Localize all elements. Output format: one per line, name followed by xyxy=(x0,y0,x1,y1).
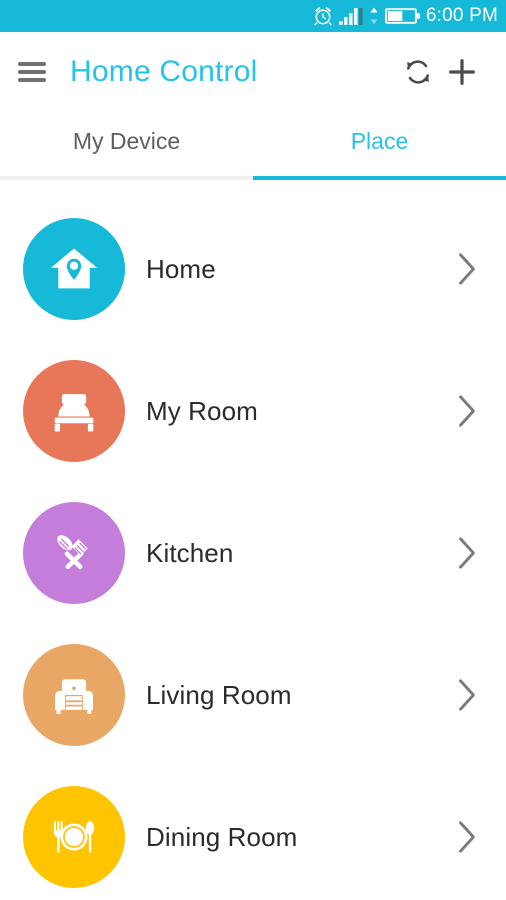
alarm-icon xyxy=(312,5,334,27)
status-bar: 6:00 PM xyxy=(0,0,506,32)
place-avatar xyxy=(23,360,125,462)
tab-my-device[interactable]: My Device xyxy=(0,112,253,180)
place-avatar xyxy=(23,644,125,746)
chevron-right-icon[interactable] xyxy=(452,247,482,291)
chevron-right-icon[interactable] xyxy=(452,815,482,859)
list-item[interactable]: Home xyxy=(0,198,506,340)
hamburger-bar xyxy=(18,78,46,82)
place-avatar xyxy=(23,786,125,888)
chevron-right-icon[interactable] xyxy=(452,389,482,433)
chevron-right-icon[interactable] xyxy=(452,673,482,717)
data-transfer-icon xyxy=(368,6,380,26)
status-time: 6:00 PM xyxy=(425,5,498,26)
list-item[interactable]: My Room xyxy=(0,340,506,482)
hamburger-bar xyxy=(18,62,46,66)
tab-underline xyxy=(0,176,253,180)
refresh-icon[interactable] xyxy=(396,50,440,94)
battery-icon xyxy=(384,6,421,26)
place-label: Living Room xyxy=(146,679,292,710)
house-pin-icon xyxy=(45,240,103,298)
app-bar: Home Control xyxy=(0,32,506,112)
place-label: My Room xyxy=(146,395,258,426)
place-label: Home xyxy=(146,253,216,284)
place-avatar xyxy=(23,218,125,320)
tab-place[interactable]: Place xyxy=(253,112,506,180)
list-item[interactable]: Dining Room xyxy=(0,766,506,900)
place-label: Kitchen xyxy=(146,537,234,568)
place-avatar xyxy=(23,502,125,604)
list-item[interactable]: Living Room xyxy=(0,624,506,766)
place-label: Dining Room xyxy=(146,821,298,852)
plus-icon[interactable] xyxy=(440,50,484,94)
tab-bar: My Device Place xyxy=(0,112,506,180)
chevron-right-icon[interactable] xyxy=(452,531,482,575)
plate-cutlery-icon xyxy=(45,808,103,866)
tab-underline-active xyxy=(253,176,506,180)
hamburger-menu-icon[interactable] xyxy=(18,60,48,84)
page-title: Home Control xyxy=(70,55,258,88)
utensils-icon xyxy=(45,524,103,582)
place-list: Home My Room Kitchen Living Room Dining … xyxy=(0,180,506,900)
tab-label: Place xyxy=(350,128,409,154)
tab-label: My Device xyxy=(72,128,181,154)
bed-icon xyxy=(45,382,103,440)
signal-icon xyxy=(338,6,363,26)
list-item[interactable]: Kitchen xyxy=(0,482,506,624)
armchair-icon xyxy=(45,666,103,724)
hamburger-bar xyxy=(18,70,46,74)
